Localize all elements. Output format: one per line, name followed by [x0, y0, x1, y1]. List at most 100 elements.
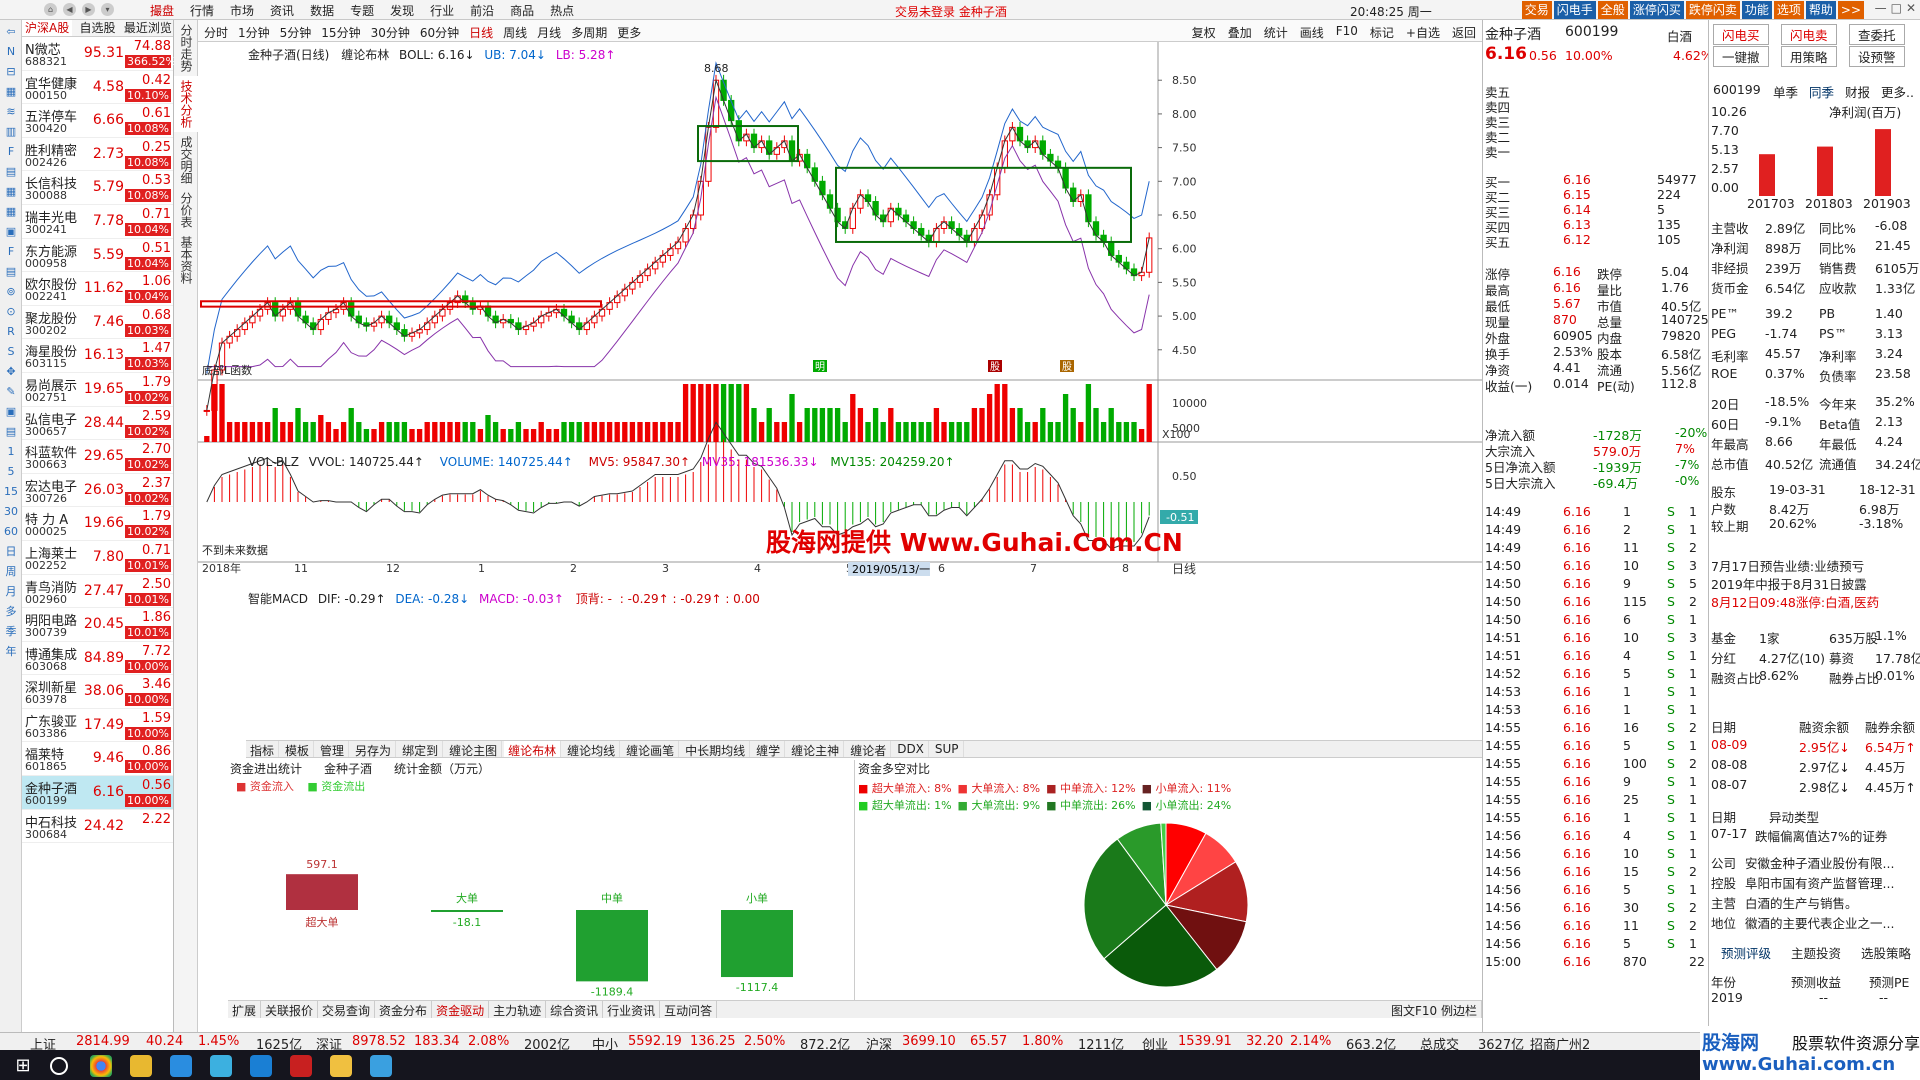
- quick-tab-0[interactable]: 交易: [1521, 1, 1552, 19]
- left-tool-26-icon[interactable]: 日: [3, 544, 19, 560]
- close-icon[interactable]: ✕: [1906, 1, 1916, 15]
- menu-4[interactable]: 数据: [310, 2, 334, 19]
- left-tool-1-icon[interactable]: N: [3, 44, 19, 60]
- menu-8[interactable]: 前沿: [470, 2, 494, 19]
- chart-tool-1[interactable]: 叠加: [1228, 24, 1252, 41]
- quick-tab-2[interactable]: 全般: [1597, 1, 1628, 19]
- left-tool-11-icon[interactable]: F: [3, 244, 19, 260]
- stock-row[interactable]: N微芯 688321 95.31 74.88 366.52%: [22, 37, 176, 71]
- quick-tab-5[interactable]: 功能: [1741, 1, 1772, 19]
- menu-6[interactable]: 发现: [390, 2, 414, 19]
- stock-row[interactable]: 明阳电路 300739 20.45 1.86 10.01%: [22, 608, 173, 642]
- left-tool-18-icon[interactable]: ✎: [3, 384, 19, 400]
- stock-row[interactable]: 瑞丰光电 300241 7.78 0.71 10.04%: [22, 205, 173, 239]
- left-tool-4-icon[interactable]: ≋: [3, 104, 19, 120]
- indicator-tab-0[interactable]: 指标: [246, 741, 280, 758]
- period-tab-4[interactable]: 30分钟: [371, 24, 410, 41]
- left-tool-3-icon[interactable]: ▦: [3, 84, 19, 100]
- trading-app-icon[interactable]: [290, 1055, 312, 1077]
- stock-row[interactable]: 五洋停车 300420 6.66 0.61 10.08%: [22, 104, 173, 138]
- indicator-tab-4[interactable]: 绑定到: [398, 741, 444, 758]
- left-tool-21-icon[interactable]: 1: [3, 444, 19, 460]
- f10-link-1[interactable]: 主题投资: [1791, 943, 1841, 962]
- quick-tab-7[interactable]: 帮助: [1805, 1, 1836, 19]
- menu-9[interactable]: 商品: [510, 2, 534, 19]
- bottom-tab-5[interactable]: 主力轨迹: [489, 1001, 547, 1018]
- bottom-tab-8[interactable]: 互动问答: [660, 1001, 718, 1018]
- left-tool-10-icon[interactable]: ▣: [3, 224, 19, 240]
- quick-tab-3[interactable]: 涨停闪买: [1629, 1, 1684, 19]
- stock-row[interactable]: 聚龙股份 300202 7.46 0.68 10.03%: [22, 306, 173, 340]
- period-tab-1[interactable]: 1分钟: [238, 24, 270, 41]
- minimize-icon[interactable]: —: [1875, 1, 1887, 15]
- stock-list-tab-2[interactable]: 最近浏览: [123, 20, 173, 36]
- quick-tab-1[interactable]: 闪电手: [1553, 1, 1596, 19]
- f10-button-3[interactable]: 一键撤: [1713, 46, 1769, 67]
- left-tool-12-icon[interactable]: ▤: [3, 264, 19, 280]
- stock-row[interactable]: 宜华健康 000150 4.58 0.42 10.10%: [22, 71, 173, 105]
- period-tab-2[interactable]: 5分钟: [280, 24, 312, 41]
- bottom-right-text[interactable]: 图文F10 例边栏: [1387, 1001, 1482, 1018]
- indicator-tab-7[interactable]: 缠论均线: [563, 741, 621, 758]
- menu-1[interactable]: 行情: [190, 2, 214, 19]
- stock-row[interactable]: 特 力 A 000025 19.66 1.79 10.02%: [22, 507, 173, 541]
- bottom-tab-7[interactable]: 行业资讯: [603, 1001, 661, 1018]
- indicator-tab-14[interactable]: SUP: [931, 741, 964, 757]
- left-tool-22-icon[interactable]: 5: [3, 464, 19, 480]
- stock-row[interactable]: 金种子酒 600199 6.16 0.56 10.00%: [22, 776, 173, 810]
- period-tab-7[interactable]: 周线: [503, 24, 527, 41]
- f10-button-5[interactable]: 设预警: [1849, 46, 1905, 67]
- back-icon[interactable]: ◀: [63, 3, 76, 16]
- bottom-tab-2[interactable]: 交易查询: [318, 1001, 376, 1018]
- bottom-tab-1[interactable]: 关联报价: [261, 1001, 319, 1018]
- indicator-tab-10[interactable]: 缠学: [752, 741, 786, 758]
- menu-10[interactable]: 热点: [550, 2, 574, 19]
- chart-tool-4[interactable]: F10: [1336, 24, 1358, 41]
- chrome-icon[interactable]: [90, 1055, 112, 1077]
- chart-tool-7[interactable]: 返回: [1452, 24, 1476, 41]
- menu-7[interactable]: 行业: [430, 2, 454, 19]
- left-tool-24-icon[interactable]: 30: [3, 504, 19, 520]
- stock-list-tab-0[interactable]: 沪深A股: [22, 20, 73, 36]
- period-tab-6[interactable]: 日线: [469, 24, 493, 41]
- fund-header-1[interactable]: 金种子酒: [324, 760, 372, 777]
- left-tool-19-icon[interactable]: ▣: [3, 404, 19, 420]
- f10-link-2[interactable]: 选股策略: [1861, 943, 1911, 962]
- browser-icon[interactable]: [370, 1055, 392, 1077]
- left-tool-15-icon[interactable]: R: [3, 324, 19, 340]
- home-icon[interactable]: ⌂: [44, 3, 57, 16]
- view-tab-1[interactable]: 技术分析: [174, 76, 199, 132]
- indicator-tab-9[interactable]: 中长期均线: [681, 741, 751, 758]
- menu-2[interactable]: 市场: [230, 2, 254, 19]
- f10-tab-1[interactable]: 同季: [1809, 82, 1834, 101]
- chart-tool-5[interactable]: 标记: [1370, 24, 1394, 41]
- stock-row[interactable]: 福莱特 601865 9.46 0.86 10.00%: [22, 742, 173, 777]
- period-tab-0[interactable]: 分时: [204, 24, 228, 41]
- view-tab-4[interactable]: 基本资料: [174, 232, 199, 288]
- stock-row[interactable]: 中石科技 300684 24.42 2.22: [22, 810, 173, 844]
- indicator-tab-1[interactable]: 模板: [281, 741, 315, 758]
- f10-button-0[interactable]: 闪电买: [1713, 24, 1769, 45]
- left-tool-9-icon[interactable]: ▦: [3, 204, 19, 220]
- left-tool-7-icon[interactable]: ▤: [3, 164, 19, 180]
- left-tool-8-icon[interactable]: ▦: [3, 184, 19, 200]
- stock-row[interactable]: 欧尔股份 002241 11.62 1.06 10.04%: [22, 272, 173, 306]
- view-tab-3[interactable]: 分价表: [174, 188, 199, 232]
- left-tool-25-icon[interactable]: 60: [3, 524, 19, 540]
- left-tool-5-icon[interactable]: ▥: [3, 124, 19, 140]
- view-tab-0[interactable]: 分时走势: [174, 20, 199, 76]
- chart-tool-6[interactable]: +自选: [1406, 24, 1440, 41]
- stock-list-tab-1[interactable]: 自选股: [72, 20, 122, 36]
- stock-row[interactable]: 广东骏亚 603386 17.49 1.59 10.00%: [22, 709, 173, 743]
- chart-tool-2[interactable]: 统计: [1264, 24, 1288, 41]
- stock-row[interactable]: 长信科技 300088 5.79 0.53 10.08%: [22, 171, 173, 205]
- stock-row[interactable]: 胜利精密 002426 2.73 0.25 10.08%: [22, 138, 173, 172]
- vol-indicator-name[interactable]: VOL-BLZ: [248, 455, 299, 469]
- period-tab-5[interactable]: 60分钟: [420, 24, 459, 41]
- menu-3[interactable]: 资讯: [270, 2, 294, 19]
- search-icon[interactable]: [50, 1057, 68, 1075]
- left-tool-31-icon[interactable]: 年: [3, 644, 19, 660]
- f10-tab-3[interactable]: 更多..: [1881, 82, 1914, 101]
- chart-tool-0[interactable]: 复权: [1192, 24, 1216, 41]
- f10-tab-2[interactable]: 财报: [1845, 82, 1870, 101]
